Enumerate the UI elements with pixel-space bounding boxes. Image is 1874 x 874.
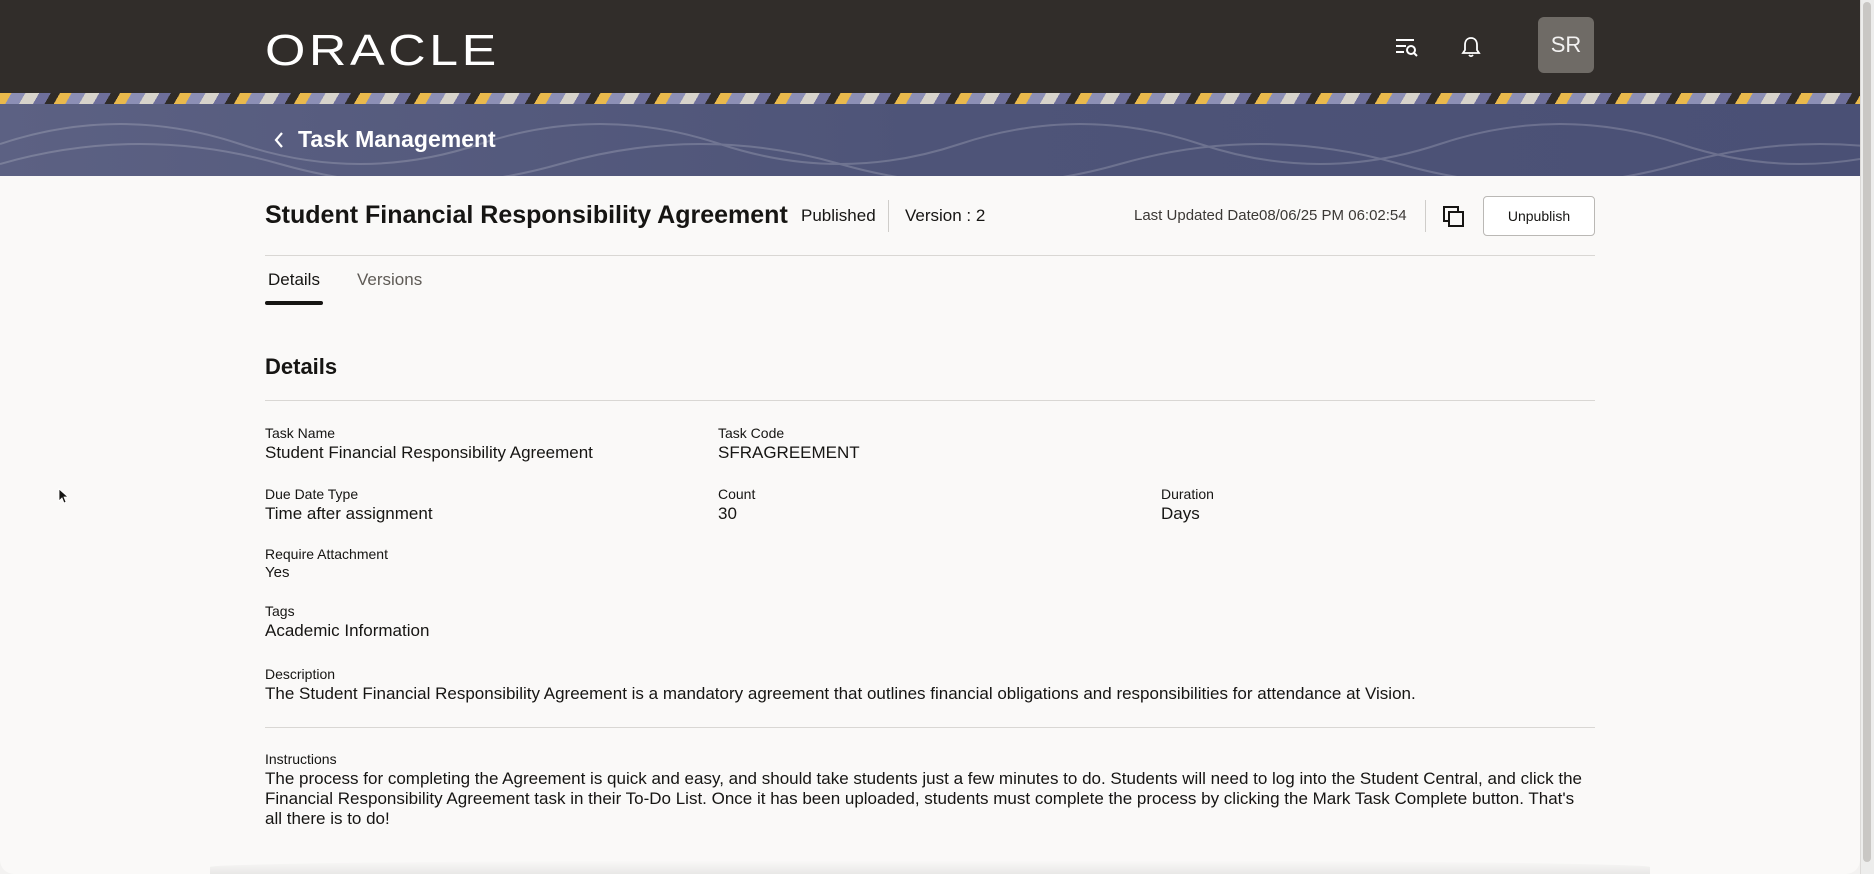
mouse-cursor-icon [58,488,68,504]
field-label: Instructions [265,751,337,767]
field-task-name: Task Name Student Financial Responsibili… [265,425,593,463]
active-tab-indicator [265,301,323,305]
field-due-date-type: Due Date Type Time after assignment [265,486,433,524]
back-chevron-icon[interactable] [268,128,290,152]
field-value: Student Financial Responsibility Agreeme… [265,443,593,462]
tab-details[interactable]: Details [268,270,320,290]
vertical-scrollbar[interactable] [1860,0,1874,874]
tab-bar: Details Versions [265,264,665,304]
task-header: Student Financial Responsibility Agreeme… [265,196,1595,236]
task-title: Student Financial Responsibility Agreeme… [265,201,788,229]
bottom-shadow [210,860,1650,874]
field-value: Academic Information [265,621,430,640]
copy-icon[interactable] [1441,204,1467,230]
field-duration: Duration Days [1161,486,1214,524]
unpublish-button[interactable]: Unpublish [1483,196,1595,236]
last-updated-value: 08/06/25 PM 06:02:54 [1259,207,1407,224]
bell-icon[interactable] [1457,33,1485,61]
top-bar: ORACLE SR [0,0,1860,93]
decorative-pattern-strip [0,93,1860,104]
tab-versions[interactable]: Versions [357,270,422,290]
field-value: Time after assignment [265,504,433,523]
field-value: SFRAGREEMENT [718,443,860,462]
field-label: Tags [265,603,295,619]
field-instructions: Instructions The process for completing … [265,751,1595,829]
search-list-icon[interactable] [1393,33,1421,61]
field-value: 30 [718,504,737,523]
user-avatar[interactable]: SR [1538,17,1594,73]
field-count: Count 30 [718,486,755,524]
field-value: The process for completing the Agreement… [265,769,1583,828]
field-value: Yes [265,564,290,581]
field-label: Count [718,486,756,502]
version-label: Version : 2 [905,206,986,225]
page-banner: Task Management [0,104,1860,176]
field-label: Require Attachment [265,546,388,562]
status-badge: Published [801,206,876,225]
page-title: Task Management [298,126,496,152]
divider [265,255,1595,256]
scrollbar-thumb[interactable] [1863,2,1871,862]
field-label: Due Date Type [265,486,359,502]
field-value: The Student Financial Responsibility Agr… [265,684,1416,703]
app-window: ORACLE SR Task Management Student Financ… [0,0,1860,874]
last-updated-label: Last Updated Date [1134,207,1260,224]
field-tags: Tags Academic Information [265,603,429,641]
section-title-details: Details [265,354,338,379]
field-label: Task Name [265,425,336,441]
oracle-logo[interactable]: ORACLE [265,26,500,76]
field-label: Task Code [718,425,785,441]
divider [888,200,889,232]
divider [265,727,1595,728]
divider [1425,200,1426,232]
field-description: Description The Student Financial Respon… [265,666,1416,704]
field-label: Duration [1161,486,1214,502]
field-task-code: Task Code SFRAGREEMENT [718,425,860,463]
divider [265,400,1595,401]
field-require-attachment: Require Attachment Yes [265,546,388,581]
field-value: Days [1161,504,1200,523]
field-label: Description [265,666,336,682]
